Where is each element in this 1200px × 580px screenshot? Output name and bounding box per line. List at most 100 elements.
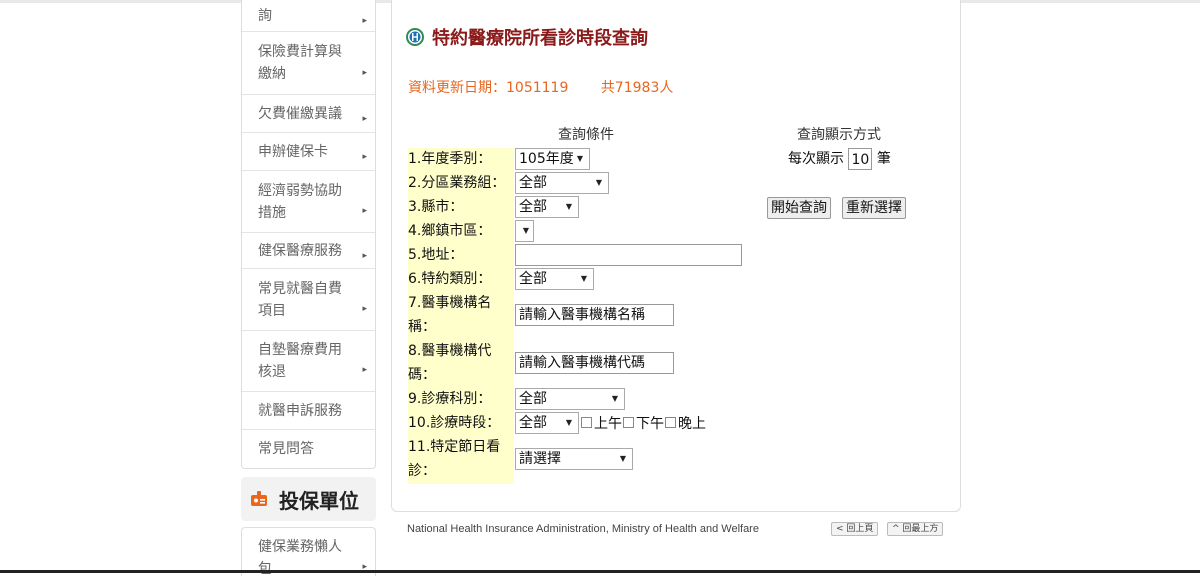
sidebar-item-label: 欠費催繳異議 [258,105,342,122]
evening-label: 晚上 [678,416,706,432]
sidebar-item-label: 健保業務懶人包 [258,539,342,577]
sidebar-item-label: 常見問答 [258,441,314,457]
year-select-value: 105年度 [519,151,574,167]
sidebar-item-label: 詢 [258,7,272,24]
chevron-right-icon: ▸ [362,365,367,375]
sidebar-item-faq[interactable]: 常見問答 [242,430,375,468]
sidebar-item-medical-service[interactable]: 健保醫療服務 ▸ [242,233,375,269]
org-name-input[interactable]: 請輸入醫事機構名稱 [515,304,674,326]
sidebar-item-label: 常見就醫自費項目 [258,280,342,319]
org-name-label: 7.醫事機構名稱： [408,295,492,335]
caret-down-icon: ▼ [565,418,572,427]
sidebar-menu: 詢 ▸ 保險費計算與繳納 ▸ 欠費催繳異議 ▸ 申辦健保卡 ▸ 經濟弱勢協助措施… [241,0,376,469]
per-page-prefix: 每次顯示 [788,151,844,167]
display-header: 查詢顯示方式 [797,127,881,143]
caret-down-icon: ▼ [522,226,529,235]
chevron-right-icon: ▸ [362,113,367,124]
sidebar-item-reimbursement[interactable]: 自墊醫療費用核退 ▸ [242,331,375,392]
address-input[interactable] [515,244,742,266]
holiday-select-value: 請選擇 [519,451,561,467]
chevron-right-icon: ▸ [362,151,367,162]
org-code-input[interactable]: 請輸入醫事機構代碼 [515,352,674,374]
sidebar-item-label: 保險費計算與繳納 [258,44,342,82]
caret-down-icon: ▼ [595,178,602,187]
period-checkboxes: 上午 下午 晚上 [581,413,707,435]
reset-button[interactable]: 重新選擇 [842,197,906,219]
sidebar-item-label: 健保醫療服務 [258,242,342,259]
evening-checkbox[interactable]: 晚上 [665,416,706,432]
department-select-value: 全部 [519,391,547,407]
per-page-suffix: 筆 [876,151,891,167]
sidebar-item-economic-aid[interactable]: 經濟弱勢協助措施 ▸ [242,171,375,233]
org-code-label: 8.醫事機構代碼： [408,343,492,383]
back-button[interactable]: < 回上頁 [831,522,879,536]
caret-down-icon: ▼ [576,154,583,163]
update-info: 資料更新日期：1051119 共71983人 [408,77,673,97]
department-select[interactable]: 全部 ▼ [515,388,625,410]
back-to-top-button[interactable]: ^ 回最上方 [887,522,944,536]
period-select-value: 全部 [519,415,547,431]
chevron-right-icon: ▸ [362,304,367,314]
county-select[interactable]: 全部 ▼ [515,196,579,218]
sidebar-item-label: 就醫申訴服務 [258,402,342,419]
year-select[interactable]: 105年度 ▼ [515,148,590,170]
record-count: 共71983人 [600,80,674,96]
caret-down-icon: ▼ [580,274,587,283]
sidebar-item-arrears[interactable]: 欠費催繳異議 ▸ [242,95,375,133]
criteria-header: 查詢條件 [558,127,614,143]
page-title: 特約醫療院所看診時段查詢 [432,28,648,49]
sidebar-item-premium[interactable]: 保險費計算與繳納 ▸ [242,32,375,95]
afternoon-label: 下午 [636,416,664,432]
id-card-icon [249,489,269,509]
sidebar-item-complaint[interactable]: 就醫申訴服務 [242,392,375,430]
period-label: 10.診療時段： [408,415,501,431]
region-select-value: 全部 [519,175,547,191]
morning-checkbox[interactable]: 上午 [581,416,622,432]
chevron-right-icon: ▸ [362,562,367,572]
caret-down-icon: ▼ [611,394,618,403]
caret-down-icon: ▼ [619,454,626,463]
contract-type-select[interactable]: 全部 ▼ [515,268,594,290]
chevron-right-icon: ▸ [362,206,367,216]
update-date: 資料更新日期：1051119 [408,80,569,96]
contract-type-label: 6.特約類別： [408,271,492,287]
afternoon-checkbox[interactable]: 下午 [623,416,664,432]
checkbox-icon [623,417,634,428]
query-panel: 特約醫療院所看診時段查詢 資料更新日期：1051119 共71983人 查詢條件… [391,0,961,512]
sidebar-item-guide[interactable]: 健保業務懶人包 ▸ [242,528,375,577]
sidebar-menu-insured-unit: 健保業務懶人包 ▸ [241,527,376,577]
morning-label: 上午 [594,416,622,432]
nhi-logo-icon [406,28,424,46]
region-select[interactable]: 全部 ▼ [515,172,609,194]
per-page-control: 每次顯示 10 筆 [788,148,891,170]
checkbox-icon [581,417,592,428]
sidebar-item-inquiry[interactable]: 詢 ▸ [242,0,375,32]
sidebar-item-health-card[interactable]: 申辦健保卡 ▸ [242,133,375,171]
per-page-input[interactable]: 10 [848,148,873,170]
chevron-right-icon: ▸ [362,68,367,78]
town-select[interactable]: ▼ [515,220,534,242]
section-header-insured-unit[interactable]: 投保單位 [241,477,376,521]
holiday-label: 11.特定節日看診： [408,439,501,479]
section-title: 投保單位 [279,488,359,513]
department-label: 9.診療科別： [408,391,492,407]
town-label: 4.鄉鎮市區： [408,223,492,239]
footer-text: National Health Insurance Administration… [407,523,759,535]
address-label: 5.地址： [408,247,464,263]
sidebar-item-label: 自墊醫療費用核退 [258,342,342,380]
query-form: 查詢條件 查詢顯示方式 1.年度季別： 105年度 ▼ 2.分區業務組： 全部 … [408,118,928,486]
sidebar-item-self-pay[interactable]: 常見就醫自費項目 ▸ [242,269,375,331]
contract-type-select-value: 全部 [519,271,547,287]
checkbox-icon [665,417,676,428]
sidebar-item-label: 申辦健保卡 [258,143,328,160]
county-select-value: 全部 [519,199,547,215]
caret-down-icon: ▼ [565,202,572,211]
period-select[interactable]: 全部 ▼ [515,412,579,434]
chevron-right-icon: ▸ [362,250,367,261]
chevron-right-icon: ▸ [362,15,367,26]
year-label: 1.年度季別： [408,151,492,167]
search-button[interactable]: 開始查詢 [767,197,831,219]
region-label: 2.分區業務組： [408,175,506,191]
county-label: 3.縣市： [408,199,464,215]
holiday-select[interactable]: 請選擇 ▼ [515,448,633,470]
